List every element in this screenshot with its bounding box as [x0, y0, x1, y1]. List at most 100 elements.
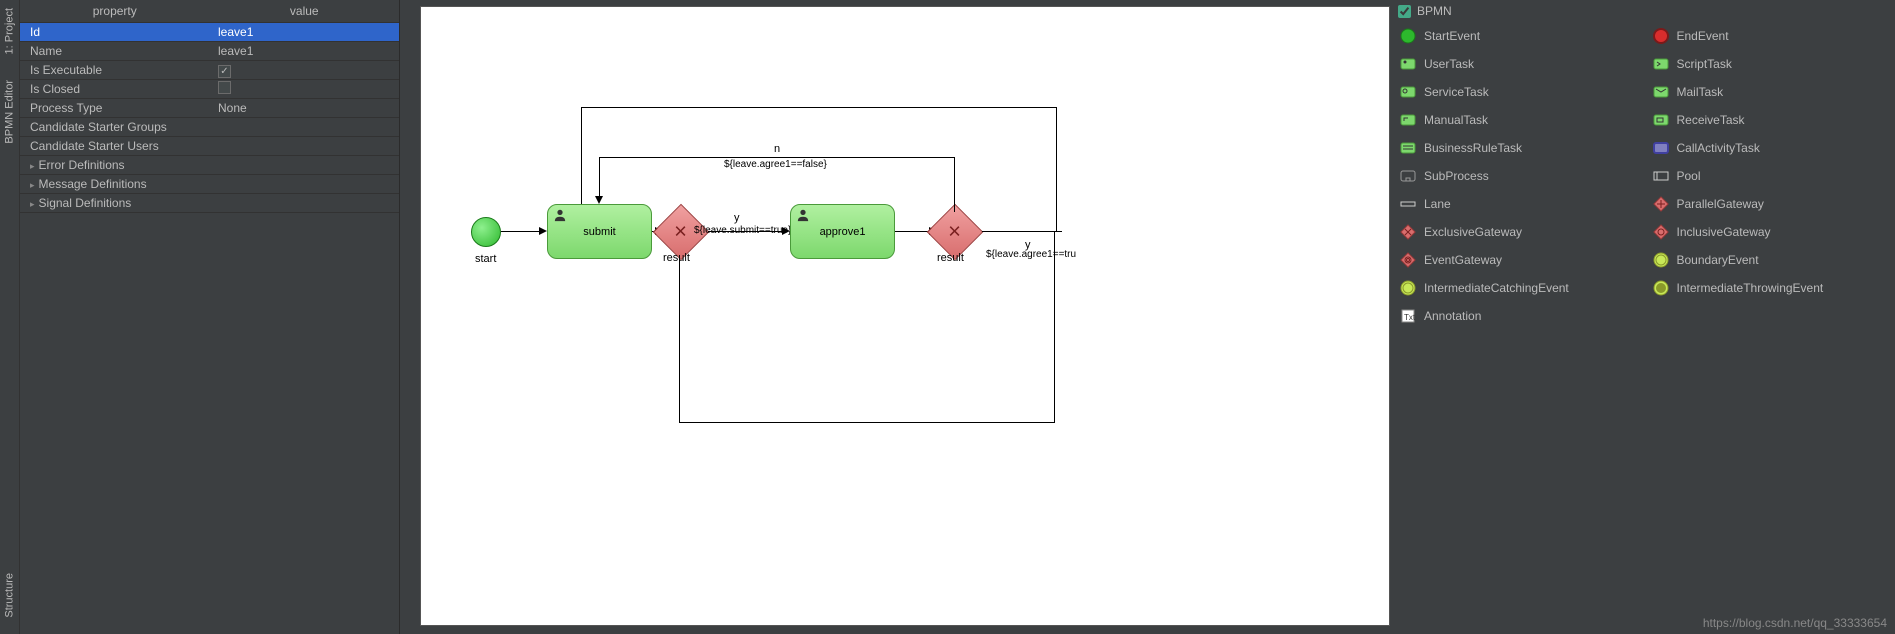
flow-line — [679, 259, 680, 422]
flow-condition: ${leave.agree1==tru — [986, 249, 1076, 260]
checkbox-icon[interactable]: ✓ — [218, 65, 231, 78]
palette-item-intermediatethrowingevent[interactable]: IntermediateThrowingEvent — [1643, 274, 1895, 302]
palette-item-receivetask[interactable]: ReceiveTask — [1643, 106, 1895, 134]
palette-item-subprocess[interactable]: SubProcess — [1390, 162, 1643, 190]
palette-item-label: IntermediateCatchingEvent — [1424, 281, 1569, 295]
palette-item-inclusivegateway[interactable]: InclusiveGateway — [1643, 218, 1895, 246]
palette-title: BPMN — [1417, 4, 1452, 18]
exclusive-gateway-icon — [1400, 224, 1416, 240]
palette-item-label: Pool — [1677, 169, 1701, 183]
properties-rows: Idleave1Nameleave1 Is Executable ✓ Is Close… — [20, 23, 399, 213]
flow-line — [954, 157, 955, 212]
receive-task-icon — [1653, 112, 1669, 128]
palette-item-callactivitytask[interactable]: CallActivityTask — [1643, 134, 1895, 162]
subprocess-icon — [1400, 168, 1416, 184]
property-row[interactable]: Error Definitions — [20, 156, 399, 175]
side-tab-label: BPMN Editor — [4, 80, 16, 144]
flow-line — [982, 231, 1062, 232]
flow-arrow — [595, 196, 603, 204]
palette-item-startevent[interactable]: StartEvent — [1390, 22, 1643, 50]
canvas-area: start submit result y ${leave.submit==tr… — [400, 0, 1390, 634]
palette-item-manualtask[interactable]: ManualTask — [1390, 106, 1643, 134]
property-row[interactable]: Is Executable ✓ — [20, 61, 399, 80]
intermediate-throwing-icon — [1653, 280, 1669, 296]
property-value[interactable]: leave1 — [210, 44, 399, 58]
property-row[interactable]: Candidate Starter Groups — [20, 118, 399, 137]
start-event-label: start — [475, 253, 496, 265]
gateway-label: result — [937, 252, 964, 264]
flow-label: y — [734, 212, 740, 224]
properties-header: property value — [20, 0, 399, 23]
palette-item-servicetask[interactable]: ServiceTask — [1390, 78, 1643, 106]
palette-header: BPMN — [1390, 0, 1895, 22]
side-tab-structure[interactable]: Structure — [0, 565, 19, 626]
flow-line — [599, 157, 600, 201]
palette-item-label: UserTask — [1424, 57, 1474, 71]
palette-item-label: EventGateway — [1424, 253, 1502, 267]
palette-item-label: ReceiveTask — [1677, 113, 1745, 127]
palette-item-eventgateway[interactable]: EventGateway — [1390, 246, 1643, 274]
end-event-icon — [1653, 28, 1669, 44]
flow-line — [501, 231, 543, 232]
palette-item-annotation[interactable]: Txt Annotation — [1390, 302, 1643, 330]
manual-task-icon — [1400, 112, 1416, 128]
palette-item-usertask[interactable]: UserTask — [1390, 50, 1643, 78]
user-task-icon — [1400, 56, 1416, 72]
property-header-key: property — [20, 0, 210, 22]
palette-item-mailtask[interactable]: MailTask — [1643, 78, 1895, 106]
property-key: Is Executable — [20, 63, 210, 77]
property-value[interactable]: leave1 — [210, 25, 399, 39]
task-label: approve1 — [820, 226, 866, 238]
side-tab-label: 1: Project — [4, 8, 16, 54]
palette-item-label: Lane — [1424, 197, 1451, 211]
palette-item-label: Annotation — [1424, 309, 1481, 323]
flow-line — [581, 107, 1056, 108]
property-row[interactable]: Nameleave1 — [20, 42, 399, 61]
property-row[interactable]: Signal Definitions — [20, 194, 399, 213]
property-row[interactable]: Process TypeNone — [20, 99, 399, 118]
palette-toggle-checkbox[interactable] — [1398, 5, 1411, 18]
flow-arrow — [539, 227, 547, 235]
event-gateway-icon — [1400, 252, 1416, 268]
property-value[interactable]: None — [210, 101, 399, 115]
flow-label: n — [774, 143, 780, 155]
start-event-icon — [1400, 28, 1416, 44]
user-icon — [553, 208, 567, 222]
property-row[interactable]: Message Definitions — [20, 175, 399, 194]
palette-item-lane[interactable]: Lane — [1390, 190, 1643, 218]
svg-text:Txt: Txt — [1404, 313, 1416, 322]
user-task-submit[interactable]: submit — [547, 204, 652, 259]
boundary-event-icon — [1653, 252, 1669, 268]
bpmn-canvas[interactable]: start submit result y ${leave.submit==tr… — [420, 6, 1390, 626]
side-tab-bpmn-editor[interactable]: BPMN Editor — [0, 72, 19, 152]
property-key: Candidate Starter Users — [20, 139, 210, 153]
palette-item-endevent[interactable]: EndEvent — [1643, 22, 1895, 50]
property-row[interactable]: Candidate Starter Users — [20, 137, 399, 156]
property-row[interactable]: Is Closed — [20, 80, 399, 99]
palette-item-label: MailTask — [1677, 85, 1724, 99]
palette-item-scripttask[interactable]: ScriptTask — [1643, 50, 1895, 78]
start-event-node[interactable] — [471, 217, 501, 247]
palette-grid: StartEventEndEvent UserTask ScriptTaskServ… — [1390, 22, 1895, 330]
checkbox-icon[interactable] — [218, 81, 231, 94]
palette-item-pool[interactable]: Pool — [1643, 162, 1895, 190]
palette-item-boundaryevent[interactable]: BoundaryEvent — [1643, 246, 1895, 274]
property-value[interactable] — [210, 81, 399, 97]
annotation-icon: Txt — [1400, 308, 1416, 324]
palette-item-intermediatecatchingevent[interactable]: IntermediateCatchingEvent — [1390, 274, 1643, 302]
user-task-approve1[interactable]: approve1 — [790, 204, 895, 259]
palette-item-parallelgateway[interactable]: ParallelGateway — [1643, 190, 1895, 218]
property-row[interactable]: Idleave1 — [20, 23, 399, 42]
property-value[interactable]: ✓ — [210, 63, 399, 78]
palette-item-label: ManualTask — [1424, 113, 1488, 127]
side-tab-project[interactable]: 1: Project — [0, 0, 19, 62]
call-activity-icon — [1653, 140, 1669, 156]
palette-panel: BPMN StartEventEndEvent UserTask ScriptTas… — [1390, 0, 1895, 634]
flow-line — [679, 422, 1054, 423]
properties-panel: property value Idleave1Nameleave1Is Exec… — [20, 0, 400, 634]
palette-item-businessruletask[interactable]: BusinessRuleTask — [1390, 134, 1643, 162]
palette-item-label: BusinessRuleTask — [1424, 141, 1522, 155]
property-header-value: value — [210, 0, 400, 22]
palette-item-exclusivegateway[interactable]: ExclusiveGateway — [1390, 218, 1643, 246]
palette-item-label: ExclusiveGateway — [1424, 225, 1522, 239]
